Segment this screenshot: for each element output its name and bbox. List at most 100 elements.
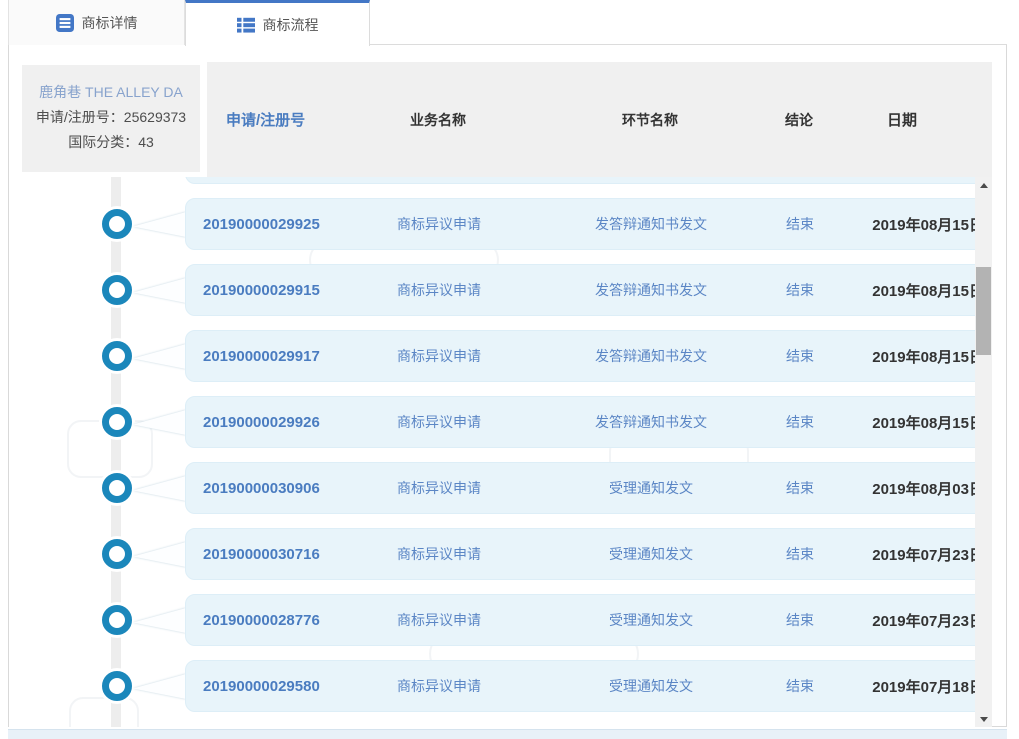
row-stage-name: 受理通知发文 (522, 544, 780, 564)
row-date: 2019年07月18日 (820, 676, 990, 697)
row-application-number[interactable]: 20190000029580 (186, 678, 356, 695)
table-row: 20190000030716 商标异议申请 受理通知发文 结束 2019年07月… (9, 528, 992, 580)
row-conclusion: 结束 (780, 346, 820, 366)
row-business-name: 商标异议申请 (356, 412, 522, 432)
row-application-number[interactable]: 20190000029926 (186, 414, 356, 431)
timeline-node-icon (102, 473, 132, 503)
row-bubble[interactable]: 20190000030906 商标异议申请 受理通知发文 结束 2019年08月… (185, 462, 991, 514)
bubble-tail (133, 674, 186, 699)
timeline-node-icon (102, 605, 132, 635)
timeline-node-icon (102, 671, 132, 701)
row-bubble[interactable]: 20190000030716 商标异议申请 受理通知发文 结束 2019年07月… (185, 528, 991, 580)
table-row: 20190000029926 商标异议申请 发答辩通知书发文 结束 2019年0… (9, 396, 992, 448)
timeline-node-icon (102, 341, 132, 371)
row-business-name: 商标异议申请 (356, 544, 522, 564)
registration-number-line: 申请/注册号：25629373 (22, 105, 200, 130)
trademark-name: 鹿角巷 THE ALLEY DA (22, 80, 200, 105)
table-row-partial (9, 177, 992, 184)
table-row: 20190000030906 商标异议申请 受理通知发文 结束 2019年08月… (9, 462, 992, 514)
row-bubble[interactable]: 20190000029917 商标异议申请 发答辩通知书发文 结束 2019年0… (185, 330, 991, 382)
row-application-number[interactable]: 20190000029925 (186, 216, 356, 233)
row-bubble[interactable]: 20190000028776 商标异议申请 受理通知发文 结束 2019年07月… (185, 594, 991, 646)
flow-panel: 鹿角巷 THE ALLEY DA 申请/注册号：25629373 国际分类：43… (8, 45, 1007, 727)
list-icon (237, 16, 255, 34)
row-conclusion: 结束 (780, 676, 820, 696)
tab-trademark-flow[interactable]: 商标流程 (185, 0, 370, 46)
row-bubble[interactable]: 20190000029580 商标异议申请 受理通知发文 结束 2019年07月… (185, 660, 991, 712)
table-header-row: 申请/注册号 业务名称 环节名称 结论 日期 (185, 62, 991, 177)
arrow-up-icon (980, 183, 988, 188)
flow-list-viewport: 20190000029925 商标异议申请 发答辩通知书发文 结束 2019年0… (9, 177, 992, 727)
row-business-name: 商标异议申请 (356, 214, 522, 234)
row-bubble[interactable]: 20190000029915 商标异议申请 发答辩通知书发文 结束 2019年0… (185, 264, 991, 316)
timeline-node-icon (102, 275, 132, 305)
row-conclusion: 结束 (780, 280, 820, 300)
international-class-line: 国际分类：43 (22, 130, 200, 155)
header-conclusion: 结论 (779, 110, 819, 130)
row-application-number[interactable]: 20190000030716 (186, 546, 356, 563)
header-business-name: 业务名称 (355, 110, 521, 130)
row-date: 2019年07月23日 (820, 544, 990, 565)
row-application-number[interactable]: 20190000029917 (186, 348, 356, 365)
row-bubble[interactable]: 20190000029925 商标异议申请 发答辩通知书发文 结束 2019年0… (185, 198, 991, 250)
scroll-down-button[interactable] (975, 711, 992, 727)
timeline-node-icon (102, 539, 132, 569)
row-stage-name: 发答辩通知书发文 (522, 412, 780, 432)
row-stage-name: 受理通知发文 (522, 676, 780, 696)
bubble-tail (133, 344, 186, 369)
header-application-number: 申请/注册号 (185, 109, 355, 130)
row-conclusion: 结束 (780, 412, 820, 432)
row-stage-name: 受理通知发文 (522, 610, 780, 630)
row-date: 2019年08月15日 (820, 412, 990, 433)
horizontal-scrollbar-track[interactable] (8, 729, 1007, 739)
header-stage-name: 环节名称 (521, 110, 779, 130)
tab-bar: 商标详情 商标流程 (8, 0, 1007, 45)
trademark-flow-page: 商标详情 商标流程 鹿角巷 THE ALLEY DA 申请/注册号：256293… (0, 0, 1019, 739)
row-stage-name: 受理通知发文 (522, 478, 780, 498)
row-business-name: 商标异议申请 (356, 676, 522, 696)
row-conclusion: 结束 (780, 214, 820, 234)
row-bubble (185, 177, 991, 184)
row-application-number[interactable]: 20190000029915 (186, 282, 356, 299)
row-bubble[interactable]: 20190000029926 商标异议申请 发答辩通知书发文 结束 2019年0… (185, 396, 991, 448)
header-date: 日期 (819, 109, 991, 130)
row-date: 2019年08月15日 (820, 214, 990, 235)
timeline-node-icon (102, 209, 132, 239)
row-date: 2019年08月15日 (820, 346, 990, 367)
document-lines-icon (56, 14, 74, 32)
row-conclusion: 结束 (780, 478, 820, 498)
bubble-tail (133, 608, 186, 633)
arrow-down-icon (980, 717, 988, 722)
row-business-name: 商标异议申请 (356, 478, 522, 498)
row-business-name: 商标异议申请 (356, 346, 522, 366)
row-stage-name: 发答辩通知书发文 (522, 346, 780, 366)
bubble-tail (133, 542, 186, 567)
row-conclusion: 结束 (780, 544, 820, 564)
tab-label: 商标详情 (82, 13, 138, 33)
bubble-tail (133, 410, 186, 435)
vertical-scrollbar[interactable] (975, 177, 992, 727)
timeline-node-icon (102, 407, 132, 437)
rows-content: 20190000029925 商标异议申请 发答辩通知书发文 结束 2019年0… (9, 177, 992, 726)
row-stage-name: 发答辩通知书发文 (522, 214, 780, 234)
row-conclusion: 结束 (780, 610, 820, 630)
bubble-tail (133, 278, 186, 303)
row-business-name: 商标异议申请 (356, 280, 522, 300)
row-date: 2019年08月15日 (820, 280, 990, 301)
row-application-number[interactable]: 20190000028776 (186, 612, 356, 629)
tab-trademark-detail[interactable]: 商标详情 (8, 0, 185, 45)
row-stage-name: 发答辩通知书发文 (522, 280, 780, 300)
bubble-tail (133, 476, 186, 501)
tab-label: 商标流程 (263, 15, 319, 35)
row-date: 2019年07月23日 (820, 610, 990, 631)
row-date: 2019年08月03日 (820, 478, 990, 499)
table-row: 20190000029915 商标异议申请 发答辩通知书发文 结束 2019年0… (9, 264, 992, 316)
scroll-up-button[interactable] (975, 177, 992, 193)
scrollbar-thumb[interactable] (976, 267, 991, 355)
row-application-number[interactable]: 20190000030906 (186, 480, 356, 497)
table-row: 20190000029925 商标异议申请 发答辩通知书发文 结束 2019年0… (9, 198, 992, 250)
table-row: 20190000029580 商标异议申请 受理通知发文 结束 2019年07月… (9, 660, 992, 712)
table-row: 20190000028776 商标异议申请 受理通知发文 结束 2019年07月… (9, 594, 992, 646)
table-row: 20190000029917 商标异议申请 发答辩通知书发文 结束 2019年0… (9, 330, 992, 382)
row-business-name: 商标异议申请 (356, 610, 522, 630)
